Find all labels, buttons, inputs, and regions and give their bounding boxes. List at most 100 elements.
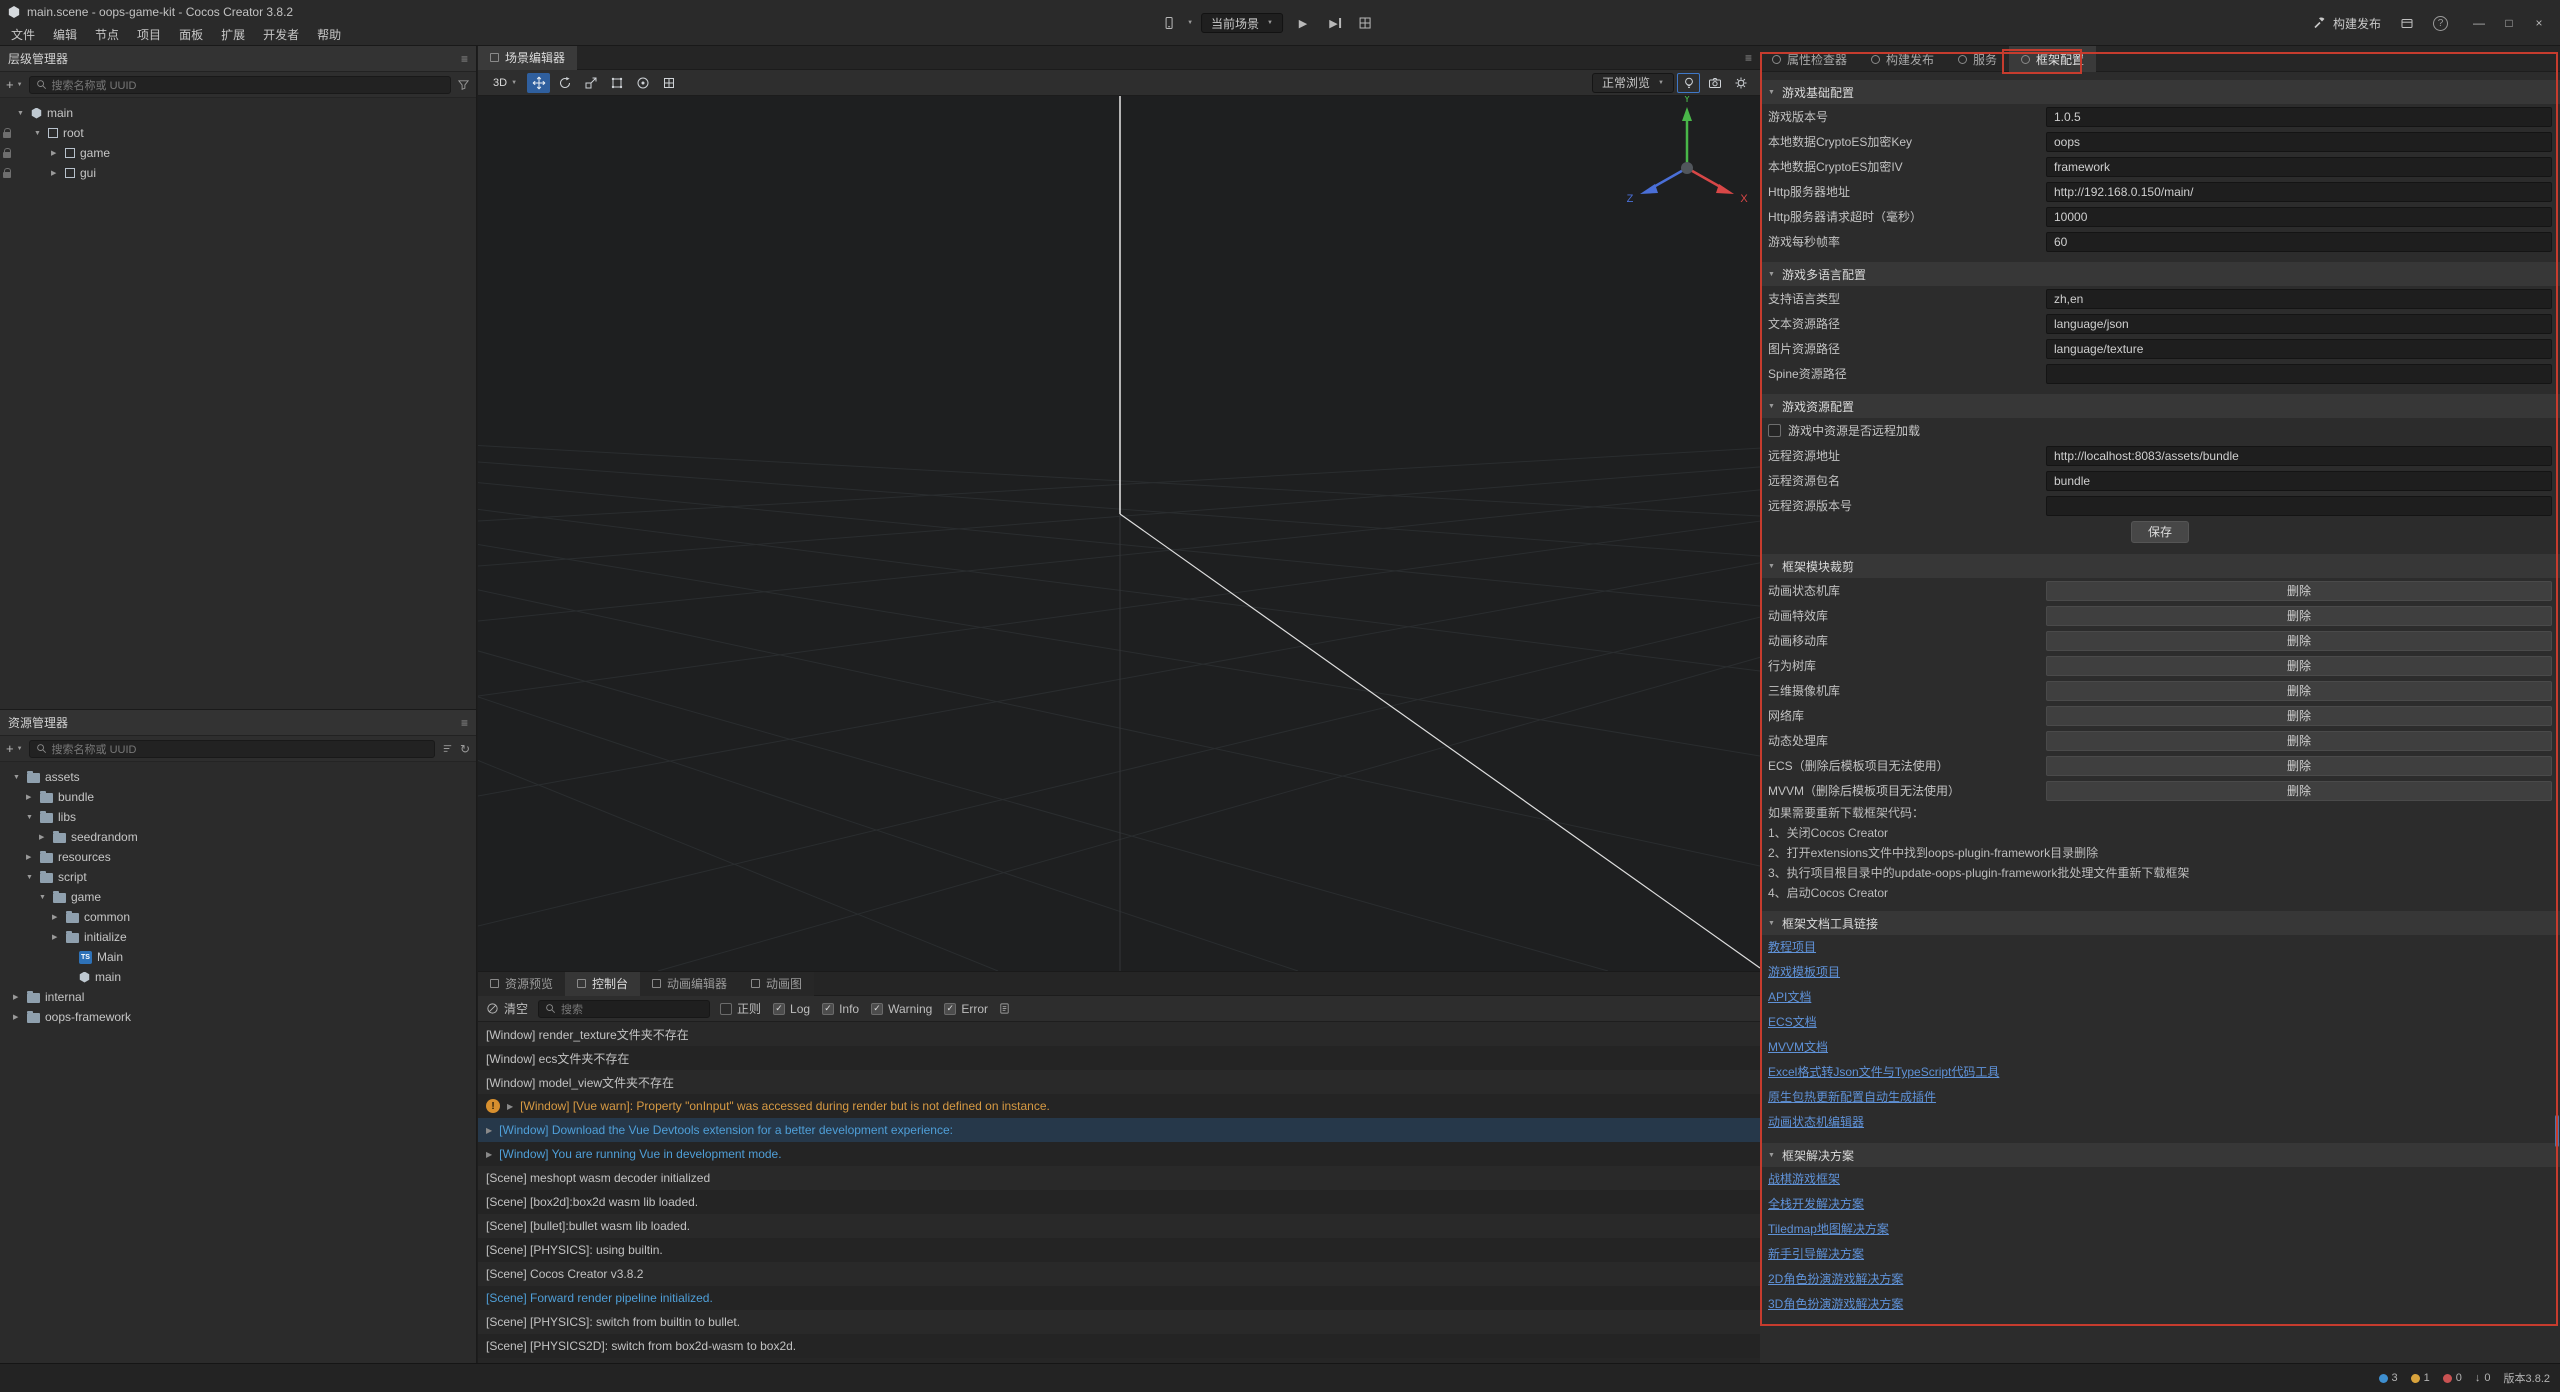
layout-grid-icon[interactable]: [1355, 13, 1375, 33]
console-tab[interactable]: 动画编辑器: [640, 972, 739, 996]
expand-arrow-icon[interactable]: ▼: [26, 814, 40, 821]
tab-scene-editor[interactable]: 场景编辑器: [478, 46, 577, 70]
rect-tool-button[interactable]: [605, 73, 628, 93]
field-input[interactable]: 60: [2046, 232, 2552, 252]
log-line[interactable]: [Scene] [PHYSICS]: using builtin.: [478, 1238, 1760, 1262]
log-line[interactable]: ▶ [Window] Download the Vue Devtools ext…: [478, 1118, 1760, 1142]
tree-node[interactable]: ▶ resources: [0, 847, 476, 867]
log-line[interactable]: [Scene] [PHYSICS]: switch from builtin t…: [478, 1310, 1760, 1334]
field-input[interactable]: [2046, 364, 2552, 384]
doc-link[interactable]: API文档: [1760, 985, 2560, 1010]
field-input[interactable]: http://192.168.0.150/main/: [2046, 182, 2552, 202]
console-tab[interactable]: 控制台: [565, 972, 640, 996]
panel-menu-icon[interactable]: ≡: [461, 716, 468, 730]
camera-view-button[interactable]: [1703, 73, 1726, 93]
solution-link[interactable]: 2D角色扮演游戏解决方案: [1760, 1267, 2560, 1292]
gizmo-pivot-button[interactable]: [631, 73, 654, 93]
build-publish-button[interactable]: 构建发布: [2313, 15, 2381, 32]
lock-icon[interactable]: [3, 132, 11, 138]
section-header[interactable]: ▼ 框架模块裁剪: [1760, 554, 2560, 578]
expand-arrow-icon[interactable]: ▶: [52, 913, 66, 921]
tree-node[interactable]: main: [0, 967, 476, 987]
section-header[interactable]: ▼ 游戏资源配置: [1760, 394, 2560, 418]
download-counter[interactable]: ↓ 0: [2475, 1372, 2491, 1384]
checkbox[interactable]: [720, 1003, 732, 1015]
status-badge[interactable]: 3: [2379, 1372, 2398, 1384]
tree-node[interactable]: ▼ main: [0, 103, 476, 123]
tree-node[interactable]: ▼ libs: [0, 807, 476, 827]
expand-arrow-icon[interactable]: ▶: [51, 149, 65, 157]
tree-node[interactable]: ▶ gui: [0, 163, 476, 183]
expand-arrow-icon[interactable]: ▼: [13, 774, 27, 781]
clear-console-button[interactable]: 清空: [486, 1000, 528, 1017]
delete-button[interactable]: 删除: [2046, 656, 2552, 676]
log-line[interactable]: [Scene] [bullet]:bullet wasm lib loaded.: [478, 1214, 1760, 1238]
scale-tool-button[interactable]: [579, 73, 602, 93]
expand-arrow-icon[interactable]: ▶: [13, 1013, 27, 1021]
add-node-button[interactable]: + ▼: [6, 78, 23, 91]
save-button[interactable]: 保存: [2131, 521, 2189, 543]
tree-node[interactable]: ▼ assets: [0, 767, 476, 787]
solution-link[interactable]: 3D角色扮演游戏解决方案: [1760, 1292, 2560, 1317]
tree-node[interactable]: ▼ game: [0, 887, 476, 907]
log-line[interactable]: [Window] ecs文件夹不存在: [478, 1046, 1760, 1070]
log-file-icon[interactable]: [998, 1002, 1011, 1015]
delete-button[interactable]: 删除: [2046, 756, 2552, 776]
tree-node[interactable]: ▼ root: [0, 123, 476, 143]
hierarchy-search-input[interactable]: 搜索名称或 UUID: [29, 76, 451, 94]
log-line[interactable]: [Scene] Cocos Creator v3.8.2: [478, 1262, 1760, 1286]
inspector-tab[interactable]: 框架配置: [2009, 46, 2096, 72]
console-search-input[interactable]: 搜索: [538, 1000, 710, 1018]
move-tool-button[interactable]: [527, 73, 550, 93]
remote-load-checkbox[interactable]: [1768, 424, 1781, 437]
tree-node[interactable]: ▶ bundle: [0, 787, 476, 807]
scrollbar-thumb[interactable]: [2555, 1115, 2559, 1147]
filter-icon[interactable]: [457, 78, 470, 91]
tree-node[interactable]: ▼ script: [0, 867, 476, 887]
menu-item[interactable]: 文件: [2, 24, 44, 46]
refresh-icon[interactable]: ↻: [460, 742, 470, 756]
field-input[interactable]: http://localhost:8083/assets/bundle: [2046, 446, 2552, 466]
filter-toggle[interactable]: ✓ Info: [822, 1002, 859, 1016]
play-button[interactable]: ▶: [1291, 13, 1315, 33]
doc-link[interactable]: 教程项目: [1760, 935, 2560, 960]
device-preview-icon[interactable]: [1159, 13, 1179, 33]
filter-toggle[interactable]: ✓ Error: [944, 1002, 988, 1016]
delete-button[interactable]: 删除: [2046, 681, 2552, 701]
menu-item[interactable]: 扩展: [212, 24, 254, 46]
panel-menu-icon[interactable]: ≡: [461, 52, 468, 66]
section-header[interactable]: ▼ 游戏基础配置: [1760, 80, 2560, 104]
expand-arrow-icon[interactable]: ▼: [34, 130, 48, 137]
field-input[interactable]: language/texture: [2046, 339, 2552, 359]
field-input[interactable]: 10000: [2046, 207, 2552, 227]
doc-link[interactable]: 游戏模板项目: [1760, 960, 2560, 985]
delete-button[interactable]: 删除: [2046, 606, 2552, 626]
tree-node[interactable]: ▶ oops-framework: [0, 1007, 476, 1027]
delete-button[interactable]: 删除: [2046, 731, 2552, 751]
tree-node[interactable]: ▶ game: [0, 143, 476, 163]
field-input[interactable]: framework: [2046, 157, 2552, 177]
axis-gizmo[interactable]: Y X Z: [1612, 96, 1760, 240]
scene-settings-gear-icon[interactable]: [1729, 73, 1752, 93]
field-input[interactable]: bundle: [2046, 471, 2552, 491]
expand-arrow-icon[interactable]: ▶: [486, 1150, 492, 1159]
add-asset-button[interactable]: + ▼: [6, 742, 23, 755]
doc-link[interactable]: Excel格式转Json文件与TypeScript代码工具: [1760, 1060, 2560, 1085]
console-tab[interactable]: 资源预览: [478, 972, 565, 996]
menu-item[interactable]: 面板: [170, 24, 212, 46]
field-input[interactable]: oops: [2046, 132, 2552, 152]
field-input[interactable]: language/json: [2046, 314, 2552, 334]
section-header[interactable]: ▼ 游戏多语言配置: [1760, 262, 2560, 286]
view-mode-dropdown[interactable]: 正常浏览 ▼: [1592, 73, 1674, 93]
tree-node[interactable]: ▶ seedrandom: [0, 827, 476, 847]
scene-viewport[interactable]: Y X Z: [478, 96, 1760, 971]
expand-arrow-icon[interactable]: ▶: [486, 1126, 492, 1135]
menu-item[interactable]: 编辑: [44, 24, 86, 46]
expand-arrow-icon[interactable]: ▶: [507, 1102, 513, 1111]
assets-search-input[interactable]: 搜索名称或 UUID: [29, 740, 435, 758]
delete-button[interactable]: 删除: [2046, 631, 2552, 651]
rotate-tool-button[interactable]: [553, 73, 576, 93]
filter-toggle[interactable]: 正则: [720, 1000, 761, 1017]
menu-item[interactable]: 节点: [86, 24, 128, 46]
delete-button[interactable]: 删除: [2046, 781, 2552, 801]
